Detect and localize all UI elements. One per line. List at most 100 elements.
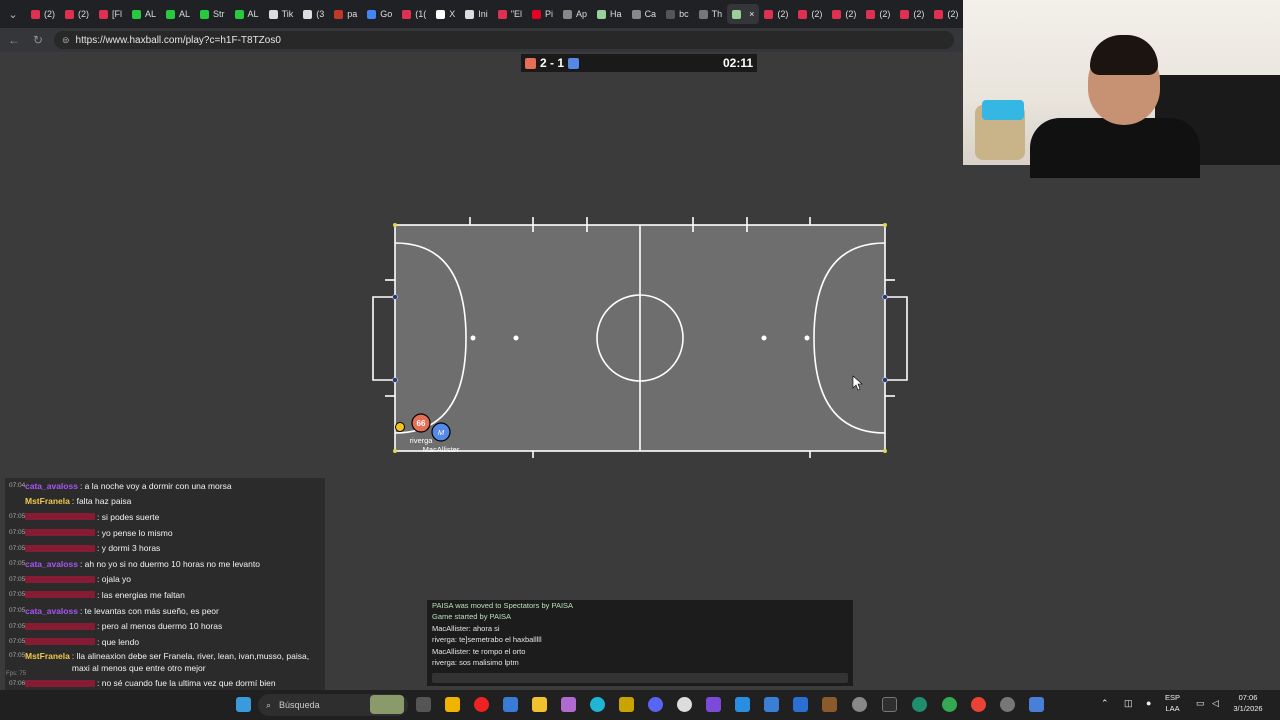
system-clock[interactable]: 07:06 3/1/2026	[1232, 692, 1264, 714]
discord-icon[interactable]	[648, 697, 663, 712]
chrome-icon[interactable]	[971, 697, 986, 712]
stream-chat-panel: 07:04 cata_avaloss: a la noche voy a dorm…	[5, 478, 325, 720]
tab-favicon-icon	[631, 9, 641, 19]
tab-favicon-icon	[402, 9, 412, 19]
tab-label: "El	[510, 9, 523, 19]
browser-tab[interactable]: (3	[298, 4, 329, 24]
game-chat-input[interactable]	[432, 673, 848, 683]
language-indicator[interactable]: ESP LAA	[1165, 692, 1180, 714]
chat-message: 07:05 MstFranela: lla alineaxion debe ser…	[5, 650, 325, 676]
browser-tab[interactable]: pa	[329, 4, 362, 24]
browser-tab[interactable]: Ha	[592, 4, 627, 24]
browser-app-icon[interactable]	[912, 697, 927, 712]
tab-label: (2)	[845, 9, 857, 19]
address-bar[interactable]: ⊜ https://www.haxball.com/play?c=h1F-T8T…	[54, 31, 954, 49]
browser-tab[interactable]: Ca	[627, 4, 662, 24]
winrar-icon[interactable]	[822, 697, 837, 712]
browser-tab[interactable]: (2)	[827, 4, 861, 24]
back-arrow-icon[interactable]: ←	[4, 33, 24, 47]
chat-text: : ah no yo si no duermo 10 horas no me l…	[79, 558, 260, 569]
tab-label: Ap	[576, 9, 588, 19]
tab-label: [Fl	[112, 9, 122, 19]
chat-message: 07:05: pero al menos duermo 10 horas	[5, 618, 325, 634]
chat-message: 07:05 cata_avaloss: te levantas con más s…	[5, 603, 325, 619]
vector-app-icon[interactable]	[619, 697, 634, 712]
browser-tab[interactable]: AL	[230, 4, 264, 24]
tab-close-icon[interactable]: ×	[749, 9, 754, 19]
opera-icon[interactable]	[474, 697, 489, 712]
search-icon: ⌕	[266, 699, 272, 710]
file-explorer-icon[interactable]	[532, 697, 547, 712]
chat-text: : a la noche voy a dormir con una morsa	[79, 480, 232, 491]
game-chat-panel: PAISA was moved to Spectators by PAISA Ga…	[427, 600, 853, 686]
network-icon[interactable]: ▭	[1196, 698, 1205, 709]
match-timer: 02:11	[722, 56, 753, 70]
browser-tab[interactable]: (1(	[397, 4, 431, 24]
chat-text: : pero al menos duermo 10 horas	[97, 621, 223, 632]
chrome-profile-icon[interactable]	[942, 697, 957, 712]
chat-message: 07:06: no sé cuando fue la ultima vez qu…	[5, 676, 325, 692]
copilot-icon[interactable]	[445, 697, 460, 712]
browser-tab[interactable]: Th	[694, 4, 728, 24]
futsal-field[interactable]: 66 riverga M MacAllister	[360, 210, 920, 465]
chat-text: : y dormi 3 horas	[97, 543, 161, 554]
chat-timestamp: 07:05	[9, 529, 26, 537]
microphone-icon[interactable]: ●	[1146, 698, 1151, 709]
chat-text: : no sé cuando fue la ultima vez que dor…	[97, 678, 276, 689]
calculator-icon[interactable]	[1029, 697, 1044, 712]
browser-tab[interactable]: Ini	[460, 4, 493, 24]
outlook-icon[interactable]	[793, 697, 808, 712]
chat-text: : si podes suerte	[97, 511, 160, 522]
tab-label: (2)	[913, 9, 925, 19]
tab-favicon-icon	[832, 9, 842, 19]
store-icon[interactable]	[503, 697, 518, 712]
reload-icon[interactable]: ↻	[28, 33, 48, 47]
pen-app-icon[interactable]	[561, 697, 576, 712]
score-text: 2 - 1	[540, 56, 565, 70]
browser-tab[interactable]: (2)	[759, 4, 793, 24]
widgets-icon[interactable]	[236, 697, 251, 712]
grid-app-icon[interactable]	[706, 697, 721, 712]
browser-tab[interactable]: bc	[661, 4, 694, 24]
browser-tab[interactable]: AL	[127, 4, 161, 24]
site-info-icon[interactable]: ⊜	[62, 35, 70, 46]
tab-favicon-icon	[303, 9, 313, 19]
app-icon-a[interactable]	[735, 697, 750, 712]
notepad-icon[interactable]	[764, 697, 779, 712]
tray-overflow-chevron-icon[interactable]: ⌃	[1101, 698, 1109, 709]
chat-username: MstFranela	[25, 496, 70, 507]
browser-tab[interactable]: "El	[493, 4, 527, 24]
browser-tab[interactable]: (2)	[895, 4, 929, 24]
browser-tab[interactable]: X	[431, 4, 460, 24]
ccleaner-icon[interactable]	[677, 697, 692, 712]
browser-tab[interactable]: (2)	[861, 4, 895, 24]
tab-list: (2) (2) [Fl AL AL Str AL Tik (3 pa Go (1(X Ini "El Pi A…	[26, 4, 963, 24]
settings-gear-icon[interactable]	[852, 697, 867, 712]
chat-timestamp: 07:05	[9, 638, 26, 646]
browser-tab[interactable]: Pi	[527, 4, 558, 24]
chat-username: cata_avaloss	[25, 480, 78, 491]
edge-icon[interactable]	[590, 697, 605, 712]
browser-tab[interactable]: (2)	[929, 4, 963, 24]
browser-tab[interactable]: (2)	[26, 4, 60, 24]
tab-active[interactable]: ×	[727, 4, 760, 24]
browser-tab[interactable]: (2)	[793, 4, 827, 24]
browser-tab[interactable]: AL	[161, 4, 195, 24]
recorder-icon[interactable]	[1000, 697, 1015, 712]
clock-date: 3/1/2026	[1233, 704, 1263, 713]
tab-label: Pi	[545, 9, 554, 19]
webcam-cup	[982, 100, 1024, 120]
browser-tab[interactable]: (2)	[60, 4, 94, 24]
browser-tab[interactable]: Tik	[264, 4, 299, 24]
tab-search-chevron-icon[interactable]: ⌄	[0, 0, 26, 28]
browser-tab[interactable]: Ap	[558, 4, 592, 24]
volume-icon[interactable]: ◁	[1212, 698, 1219, 709]
browser-tab[interactable]: Str	[195, 4, 230, 24]
tab-favicon-icon	[798, 9, 808, 19]
terminal-icon[interactable]	[882, 697, 897, 712]
task-view-icon[interactable]	[416, 697, 431, 712]
browser-tab[interactable]: [Fl	[94, 4, 127, 24]
tray-app-icon[interactable]: ◫	[1124, 698, 1133, 709]
browser-tab[interactable]: Go	[362, 4, 397, 24]
tab-label: X	[449, 9, 456, 19]
